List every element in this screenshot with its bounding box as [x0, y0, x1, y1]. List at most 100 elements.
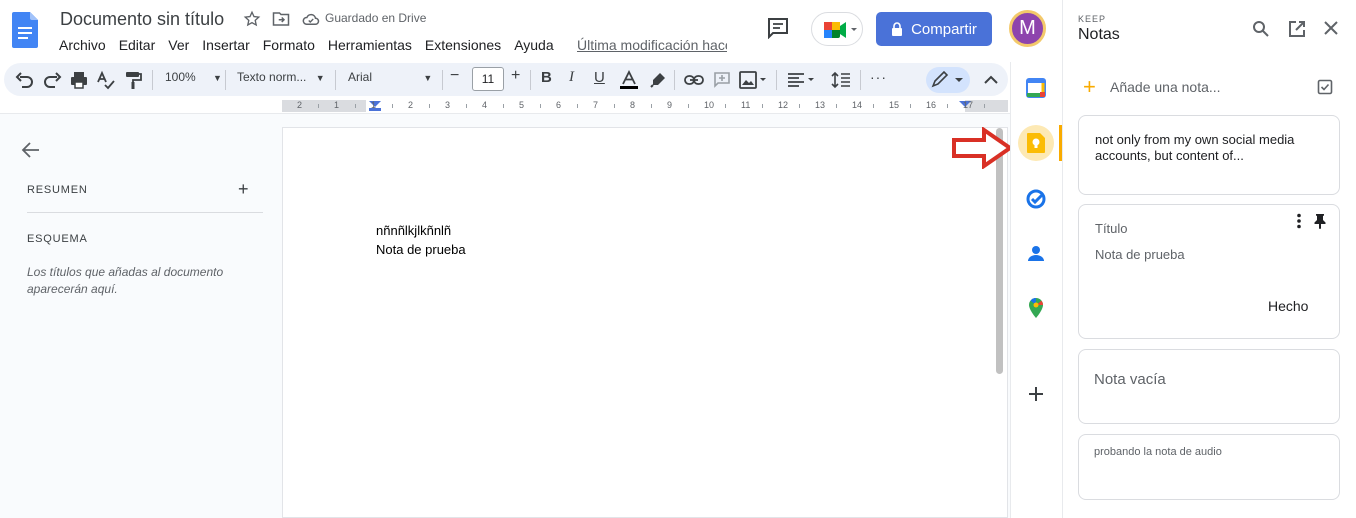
maps-icon[interactable] — [1025, 297, 1047, 319]
ruler-marks: 2 1 1 2 3 4 5 6 7 8 9 10 11 12 13 14 15 16 17 — [0, 98, 1010, 114]
avatar[interactable]: M — [1009, 10, 1046, 47]
redo-icon[interactable] — [42, 70, 62, 90]
ruler-number: 4 — [482, 100, 488, 110]
star-icon[interactable] — [243, 10, 261, 28]
style-value: Texto norm... — [237, 70, 307, 84]
highlight-icon[interactable] — [648, 70, 668, 90]
search-icon[interactable] — [1252, 20, 1270, 38]
underline-button[interactable]: U — [594, 69, 605, 86]
document-text-line[interactable]: nñnñlkjlkñnlñ — [376, 223, 451, 238]
summary-heading: RESUMEN — [27, 184, 88, 196]
print-icon[interactable] — [69, 70, 89, 90]
comments-icon[interactable] — [766, 17, 790, 39]
new-list-checkbox-icon[interactable] — [1317, 79, 1333, 95]
ruler-number: 1 — [334, 100, 340, 110]
close-outline-arrow-icon[interactable] — [20, 140, 42, 160]
add-note-plus-icon[interactable]: + — [1083, 76, 1096, 98]
font-size-input[interactable]: 11 — [472, 67, 504, 91]
calendar-icon[interactable] — [1025, 77, 1047, 99]
add-comment-icon[interactable] — [712, 70, 732, 90]
ruler-number: 13 — [815, 100, 826, 110]
ruler-number: 7 — [593, 100, 599, 110]
editing-mode-button[interactable] — [926, 67, 970, 93]
chevron-down-icon: ▼ — [423, 73, 433, 83]
text-color-icon[interactable] — [619, 70, 639, 90]
undo-icon[interactable] — [15, 70, 35, 90]
ruler-tick — [873, 104, 874, 108]
ruler-tick — [318, 104, 319, 108]
tasks-icon[interactable] — [1025, 188, 1047, 210]
document-title[interactable]: Documento sin título — [60, 9, 224, 30]
paint-format-icon[interactable] — [123, 70, 143, 90]
ruler-tick — [503, 104, 504, 108]
menu-editar[interactable]: Editar — [119, 37, 156, 53]
keep-panel-title: Notas — [1078, 26, 1120, 43]
ruler-tick — [651, 104, 652, 108]
font-value: Arial — [348, 70, 373, 84]
ruler-number: 17 — [963, 100, 974, 110]
toolbar-divider — [776, 70, 777, 90]
align-icon[interactable] — [786, 70, 814, 90]
increase-font-size-button[interactable]: + — [511, 67, 520, 85]
document-page[interactable] — [282, 127, 1008, 518]
add-note-input[interactable]: Añade una nota... — [1110, 79, 1221, 95]
document-text-line[interactable]: Nota de prueba — [376, 242, 466, 257]
open-in-new-tab-icon[interactable] — [1288, 20, 1306, 38]
note-title-input[interactable]: Título — [1095, 221, 1128, 236]
docs-logo-icon[interactable] — [12, 12, 38, 48]
add-app-icon[interactable] — [1025, 383, 1047, 405]
ruler-tick — [947, 104, 948, 108]
last-modified-link[interactable]: Última modificación hace — [577, 37, 727, 53]
saved-status: Guardado en Drive — [325, 11, 427, 25]
toolbar — [4, 63, 1008, 96]
ruler-tick — [836, 104, 837, 108]
toolbar-divider — [442, 70, 443, 90]
ruler-tick — [910, 104, 911, 108]
note-body-input[interactable]: Nota de prueba — [1095, 247, 1185, 262]
share-label: Compartir — [911, 20, 977, 38]
toolbar-divider — [225, 70, 226, 90]
move-to-folder-icon[interactable] — [272, 11, 290, 27]
contacts-icon[interactable] — [1025, 242, 1047, 264]
keep-icon[interactable] — [1026, 132, 1048, 154]
chevron-up-icon[interactable] — [981, 70, 1001, 90]
more-vert-icon[interactable] — [1293, 213, 1305, 229]
ruler-tick — [614, 104, 615, 108]
note-text: probando la nota de audio — [1094, 446, 1222, 458]
add-summary-button[interactable]: + — [238, 179, 249, 200]
zoom-select[interactable]: 100% ▼ — [165, 70, 222, 84]
menu-archivo[interactable]: Archivo — [59, 37, 106, 53]
more-options-button[interactable]: ··· — [870, 69, 887, 85]
keep-note-card[interactable] — [1078, 434, 1340, 500]
toolbar-divider — [530, 70, 531, 90]
spellcheck-icon[interactable] — [96, 70, 116, 90]
ruler-tick — [799, 104, 800, 108]
italic-button[interactable]: I — [569, 69, 574, 86]
ruler-tick — [762, 104, 763, 108]
style-select[interactable]: Texto norm... ▼ — [237, 70, 325, 84]
menu-extensiones[interactable]: Extensiones — [425, 37, 501, 53]
menu-ayuda[interactable]: Ayuda — [514, 37, 553, 53]
bold-button[interactable]: B — [541, 69, 552, 86]
ruler-number: 2 — [408, 100, 414, 110]
line-spacing-icon[interactable] — [831, 70, 851, 90]
ruler-tick — [540, 104, 541, 108]
link-icon[interactable] — [684, 70, 704, 90]
toolbar-divider — [860, 70, 861, 90]
done-button[interactable]: Hecho — [1268, 298, 1308, 314]
ruler-number: 11 — [741, 100, 751, 110]
meet-button[interactable] — [811, 12, 863, 46]
pin-icon[interactable] — [1313, 213, 1327, 229]
toolbar-divider — [152, 70, 153, 90]
menu-herramientas[interactable]: Herramientas — [328, 37, 412, 53]
ruler-tick — [725, 104, 726, 108]
menu-ver[interactable]: Ver — [168, 37, 189, 53]
share-button[interactable]: Compartir — [876, 12, 992, 46]
menu-insertar[interactable]: Insertar — [202, 37, 249, 53]
font-select[interactable]: Arial ▼ — [348, 70, 432, 84]
close-icon[interactable] — [1323, 20, 1339, 36]
decrease-font-size-button[interactable]: − — [450, 67, 459, 85]
menu-formato[interactable]: Formato — [263, 37, 315, 53]
annotation-arrow-icon — [951, 127, 1013, 169]
insert-image-icon[interactable] — [738, 70, 766, 90]
